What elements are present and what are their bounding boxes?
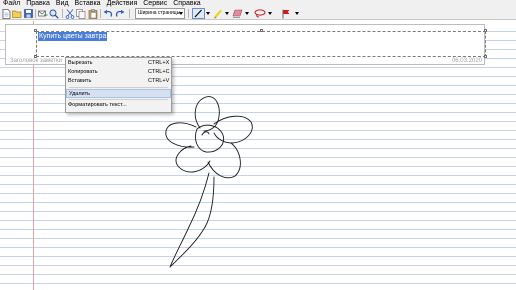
find-button[interactable]: [49, 8, 59, 19]
open-icon: [12, 10, 22, 18]
menu-item-label: Вставить: [68, 78, 92, 84]
menu-edit[interactable]: Правка: [24, 0, 54, 7]
paste-icon: [88, 8, 97, 19]
menu-view[interactable]: Вид: [54, 0, 73, 7]
cut-icon: [65, 8, 75, 19]
flag-dropdown-icon[interactable]: [295, 12, 299, 15]
toolbar-separator: [188, 9, 189, 18]
pen-dropdown-icon[interactable]: [206, 12, 210, 15]
highlighter-button[interactable]: [212, 8, 223, 19]
lasso-button[interactable]: [253, 8, 266, 19]
save-icon: [23, 9, 33, 18]
menu-tools[interactable]: Сервис: [141, 0, 171, 7]
menu-item-delete[interactable]: Удалить: [66, 89, 171, 98]
pen-button[interactable]: [192, 8, 205, 19]
pen-icon: [194, 9, 202, 18]
flag-button[interactable]: [280, 8, 291, 19]
menu-item-label: Вырезать: [68, 60, 93, 66]
menu-item-label: Копировать: [68, 69, 98, 75]
note-page[interactable]: Купить цветы завтра Заголовок заметки 06…: [0, 21, 516, 290]
redo-icon: [115, 9, 125, 17]
eraser-dropdown-icon[interactable]: [245, 12, 249, 15]
menu-item-paste[interactable]: Вставить CTRL+V: [66, 77, 171, 86]
toolbar-separator: [62, 9, 63, 18]
zoom-value: Ширина страницы: [138, 10, 181, 16]
lasso-dropdown-icon[interactable]: [268, 12, 272, 15]
menu-separator: [69, 99, 168, 100]
open-button[interactable]: [12, 8, 22, 19]
flower-petal: [207, 142, 241, 179]
find-icon: [49, 9, 59, 19]
flower-stem: [169, 172, 215, 268]
save-button[interactable]: [23, 8, 33, 19]
flower-petal: [175, 145, 211, 173]
highlighter-icon: [213, 9, 222, 19]
zoom-select[interactable]: Ширина страницы: [135, 8, 185, 19]
flower-petal: [165, 122, 197, 148]
lasso-icon: [254, 9, 265, 18]
menu-item-label: Удалить: [69, 91, 90, 97]
toolbar-separator: [35, 9, 36, 18]
eraser-icon: [232, 9, 242, 18]
new-note-button[interactable]: [2, 8, 11, 19]
new-note-icon: [2, 8, 11, 19]
menu-actions[interactable]: Действия: [105, 0, 142, 7]
undo-button[interactable]: [103, 8, 113, 19]
menu-item-label: Форматировать текст...: [68, 102, 127, 108]
menu-separator: [69, 87, 168, 88]
highlighter-dropdown-icon[interactable]: [225, 12, 229, 15]
context-menu: Вырезать CTRL+X Копировать CTRL+C Встави…: [65, 57, 172, 113]
toolbar: Ширина страницы: [0, 7, 516, 20]
menu-item-shortcut: CTRL+X: [148, 60, 170, 66]
redo-button[interactable]: [115, 8, 125, 19]
menu-item-copy[interactable]: Копировать CTRL+C: [66, 68, 171, 77]
undo-icon: [103, 9, 113, 17]
send-icon: [38, 10, 48, 17]
cut-button[interactable]: [65, 8, 75, 19]
eraser-button[interactable]: [231, 8, 243, 19]
menu-bar: Файл Правка Вид Вставка Действия Сервис Справк…: [0, 0, 516, 7]
send-button[interactable]: [38, 8, 48, 19]
flower-petal: [194, 96, 220, 132]
menu-help[interactable]: Справка: [171, 0, 204, 7]
toolbar-separator: [129, 9, 130, 18]
menu-item-shortcut: CTRL+V: [148, 78, 170, 84]
toolbar-separator: [100, 9, 101, 18]
flag-icon: [282, 9, 289, 18]
paste-button[interactable]: [87, 8, 98, 19]
menu-insert[interactable]: Вставка: [73, 0, 105, 7]
copy-button[interactable]: [76, 8, 86, 19]
chevron-down-icon: [179, 12, 183, 15]
menu-item-cut[interactable]: Вырезать CTRL+X: [66, 59, 171, 68]
flower-center-mark: [201, 131, 210, 136]
menu-item-format-text[interactable]: Форматировать текст...: [66, 101, 171, 110]
menu-file[interactable]: Файл: [0, 0, 24, 7]
copy-icon: [76, 8, 86, 19]
menu-item-shortcut: CTRL+C: [148, 69, 170, 75]
